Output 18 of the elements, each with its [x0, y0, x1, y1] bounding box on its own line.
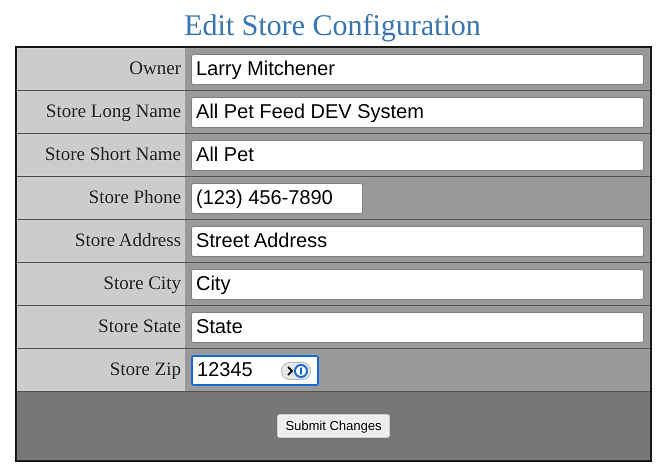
- page-title: Edit Store Configuration: [183, 8, 482, 44]
- field-label: Store State: [98, 314, 181, 339]
- password-key-icon[interactable]: [281, 362, 311, 380]
- input-field[interactable]: State: [191, 312, 644, 342]
- input-field[interactable]: Street Address: [191, 226, 644, 256]
- input-field[interactable]: All Pet: [191, 140, 644, 170]
- submit-button[interactable]: Submit Changes: [277, 414, 390, 438]
- field-label: Store Zip: [110, 358, 181, 382]
- input-field[interactable]: City: [191, 268, 644, 300]
- field-label: Store Long Name: [46, 100, 181, 124]
- field-label: Store Phone: [88, 186, 181, 210]
- input-field[interactable]: (123) 456-7890: [191, 182, 363, 214]
- field-label: Owner: [129, 56, 181, 81]
- field-label: Store City: [103, 272, 181, 296]
- input-field[interactable]: Larry Mitchener: [191, 54, 644, 84]
- field-label: Store Address: [74, 228, 181, 253]
- field-label: Store Short Name: [44, 142, 181, 167]
- input-field[interactable]: All Pet Feed DEV System: [191, 96, 644, 128]
